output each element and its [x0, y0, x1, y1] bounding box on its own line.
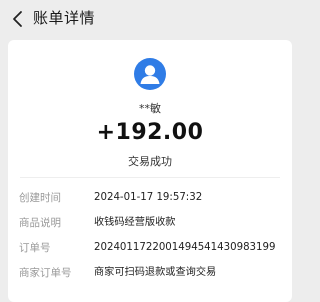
detail-row-merchant-order: 商家订单号 商家可扫码退款或查询交易: [8, 265, 292, 281]
detail-value: 2024011722001494541430983199: [94, 242, 276, 253]
detail-label: 商品说明: [19, 217, 61, 229]
detail-row-product-desc: 商品说明 收钱码经营版收款: [8, 215, 292, 231]
detail-label: 订单号: [19, 242, 51, 254]
detail-label: 创建时间: [19, 192, 61, 204]
chevron-left-icon[interactable]: [10, 10, 26, 28]
detail-row-created-time: 创建时间 2024-01-17 19:57:32: [8, 190, 292, 206]
detail-label: 商家订单号: [19, 267, 72, 279]
top-bar: 账单详情: [0, 0, 300, 38]
page-title: 账单详情: [33, 9, 96, 27]
detail-value: 商家可扫码退款或查询交易: [94, 267, 217, 278]
user-avatar-icon: [134, 58, 166, 90]
payer-name: **敏: [139, 102, 161, 115]
detail-value: 2024-01-17 19:57:32: [94, 192, 203, 203]
divider: [20, 177, 280, 178]
transaction-status: 交易成功: [128, 155, 172, 168]
detail-row-order-number: 订单号 2024011722001494541430983199: [8, 240, 292, 256]
transaction-amount: +192.00: [96, 120, 204, 145]
bill-detail-card: **敏 +192.00 交易成功 创建时间 2024-01-17 19:57:3…: [8, 40, 292, 302]
detail-value: 收钱码经营版收款: [94, 217, 176, 228]
